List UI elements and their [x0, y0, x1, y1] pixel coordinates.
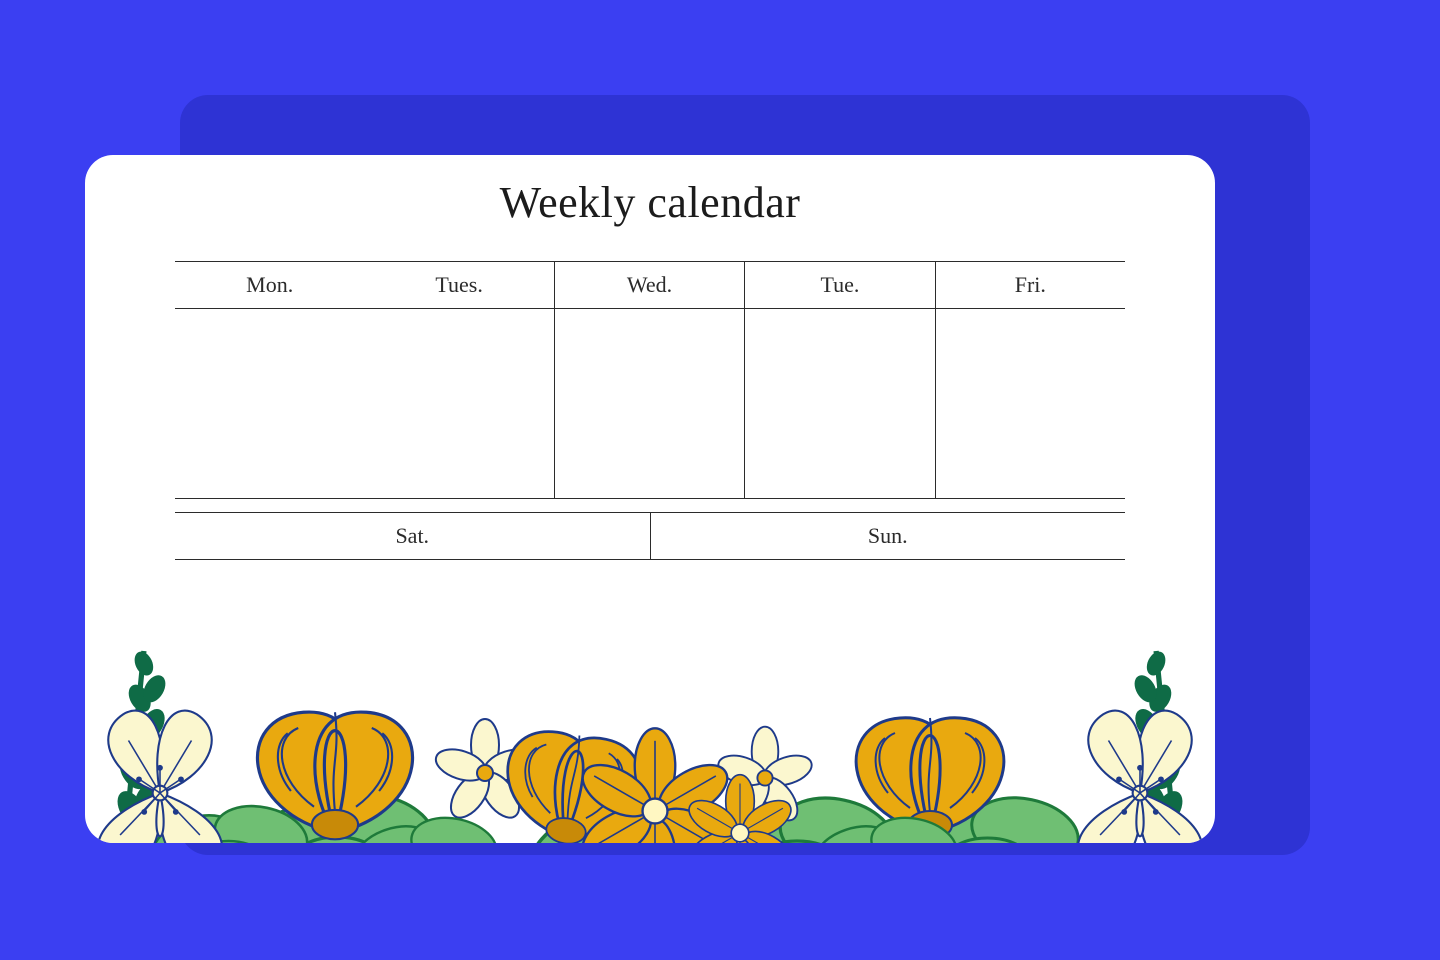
day-cell[interactable] [364, 309, 553, 498]
day-cell[interactable] [175, 309, 364, 498]
day-cell[interactable] [936, 309, 1125, 498]
calendar-card: Weekly calendar Mon. Tues. Wed. Tue. Fri… [85, 155, 1215, 843]
day-column: Sun. [651, 513, 1126, 560]
day-header-sun: Sun. [651, 513, 1126, 560]
day-column: Mon. [175, 262, 364, 498]
day-column: Sat. [175, 513, 651, 560]
day-column: Tue. [745, 262, 935, 498]
day-column: Wed. [555, 262, 745, 498]
day-header-tues: Tues. [364, 262, 553, 309]
day-column: Fri. [936, 262, 1125, 498]
day-header-fri: Fri. [936, 262, 1125, 309]
day-header-thu: Tue. [745, 262, 934, 309]
floral-border-icon [85, 583, 1215, 843]
weekend-row: Sat. Sun. [175, 512, 1125, 560]
day-cell[interactable] [555, 309, 744, 498]
day-column: Tues. [364, 262, 554, 498]
day-cell[interactable] [745, 309, 934, 498]
day-header-wed: Wed. [555, 262, 744, 309]
weekday-row: Mon. Tues. Wed. Tue. Fri. [175, 261, 1125, 499]
day-header-mon: Mon. [175, 262, 364, 309]
day-header-sat: Sat. [175, 513, 650, 560]
page-title: Weekly calendar [85, 177, 1215, 228]
